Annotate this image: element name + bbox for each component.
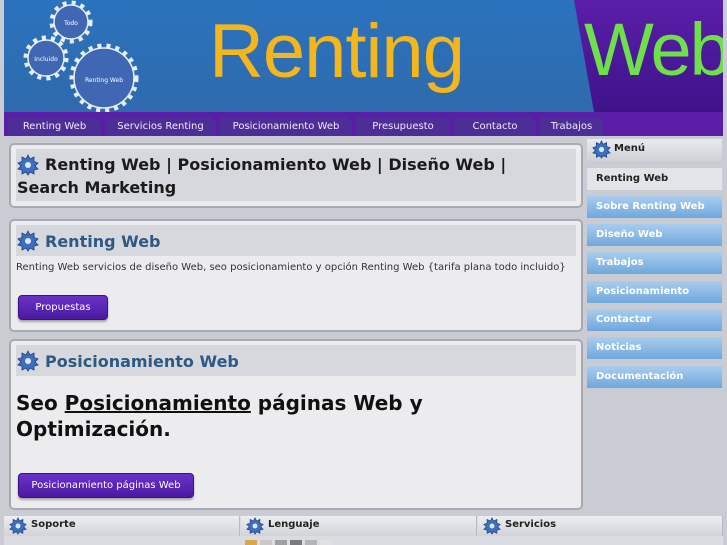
nav-tab-posicionamiento-web[interactable]: Posicionamiento Web xyxy=(220,117,352,136)
section-title-posicionamiento-web[interactable]: Posicionamiento Web xyxy=(45,350,239,373)
gear-label-incluido: Incluido xyxy=(34,56,58,63)
logo-text-web: Web xyxy=(584,8,723,91)
cog-icon xyxy=(246,517,264,535)
headline-prefix: Seo xyxy=(16,391,65,415)
footer-title-servicios: Servicios xyxy=(505,519,557,530)
section-title-renting-web[interactable]: Renting Web xyxy=(45,230,161,253)
footer-title-lenguaje: Lenguaje xyxy=(268,519,320,530)
sidebar-menu-title: Menú xyxy=(614,143,645,154)
cog-icon xyxy=(17,230,39,252)
language-flags-icon[interactable] xyxy=(245,540,345,545)
nav-tab-servicios-renting[interactable]: Servicios Renting xyxy=(105,117,216,136)
cog-icon xyxy=(17,154,39,176)
propuestas-button[interactable]: Propuestas xyxy=(18,295,108,320)
cog-icon xyxy=(17,350,39,372)
seo-headline: Seo Posicionamiento páginas Web y Optimi… xyxy=(16,390,516,442)
nav-tab-presupuesto[interactable]: Presupuesto xyxy=(356,117,450,136)
sidebar-item-renting-web[interactable]: Renting Web xyxy=(587,168,722,190)
sidebar-item-trabajos[interactable]: Trabajos xyxy=(587,252,722,274)
page-title-box: Renting Web | Posicionamiento Web | Dise… xyxy=(9,143,583,208)
renting-web-section: Renting Web Renting Web servicios de dis… xyxy=(9,219,583,332)
sidebar-item-sobre-renting-web[interactable]: Sobre Renting Web xyxy=(587,196,722,218)
footer-header-lenguaje: Lenguaje xyxy=(241,516,477,536)
nav-tab-renting-web[interactable]: Renting Web xyxy=(8,117,101,136)
page-title-line2: Search Marketing xyxy=(17,178,177,197)
nav-tab-trabajos[interactable]: Trabajos xyxy=(540,117,603,136)
cog-icon xyxy=(483,517,501,535)
gear-label-todo: Todo xyxy=(63,20,78,27)
gear-label-renting-web: Renting Web xyxy=(85,77,123,84)
footer-header-soporte: Soporte xyxy=(4,516,240,536)
posicionamiento-paginas-web-button[interactable]: Posicionamiento páginas Web xyxy=(18,473,194,498)
sidebar-item-posicionamiento[interactable]: Posicionamiento xyxy=(587,281,722,303)
main-nav: Renting Web Servicios Renting Posicionam… xyxy=(4,112,723,136)
cog-icon xyxy=(9,517,27,535)
sidebar-item-noticias[interactable]: Noticias xyxy=(587,337,722,359)
sidebar-item-diseno-web[interactable]: Diseño Web xyxy=(587,224,722,246)
logo-text-renting: Renting xyxy=(209,9,465,94)
posicionamiento-link[interactable]: Posicionamiento xyxy=(65,391,251,415)
footer-title-soporte: Soporte xyxy=(31,519,76,530)
nav-tab-contacto[interactable]: Contacto xyxy=(454,117,536,136)
sidebar-item-documentacion[interactable]: Documentación xyxy=(587,366,722,388)
section-description: Renting Web servicios de diseño Web, seo… xyxy=(16,262,566,273)
gears-logo-icon: Todo Incluido Renting Web xyxy=(23,0,139,112)
site-header: Todo Incluido Renting Web Renting Web xyxy=(4,0,723,112)
posicionamiento-web-section: Posicionamiento Web Seo Posicionamiento … xyxy=(9,339,583,510)
page-title-line1: Renting Web | Posicionamiento Web | Dise… xyxy=(45,155,507,174)
sidebar-menu-header: Menú xyxy=(587,139,722,161)
footer-header-servicios: Servicios xyxy=(478,516,723,536)
cog-icon xyxy=(592,140,611,159)
sidebar-item-contactar[interactable]: Contactar xyxy=(587,309,722,331)
